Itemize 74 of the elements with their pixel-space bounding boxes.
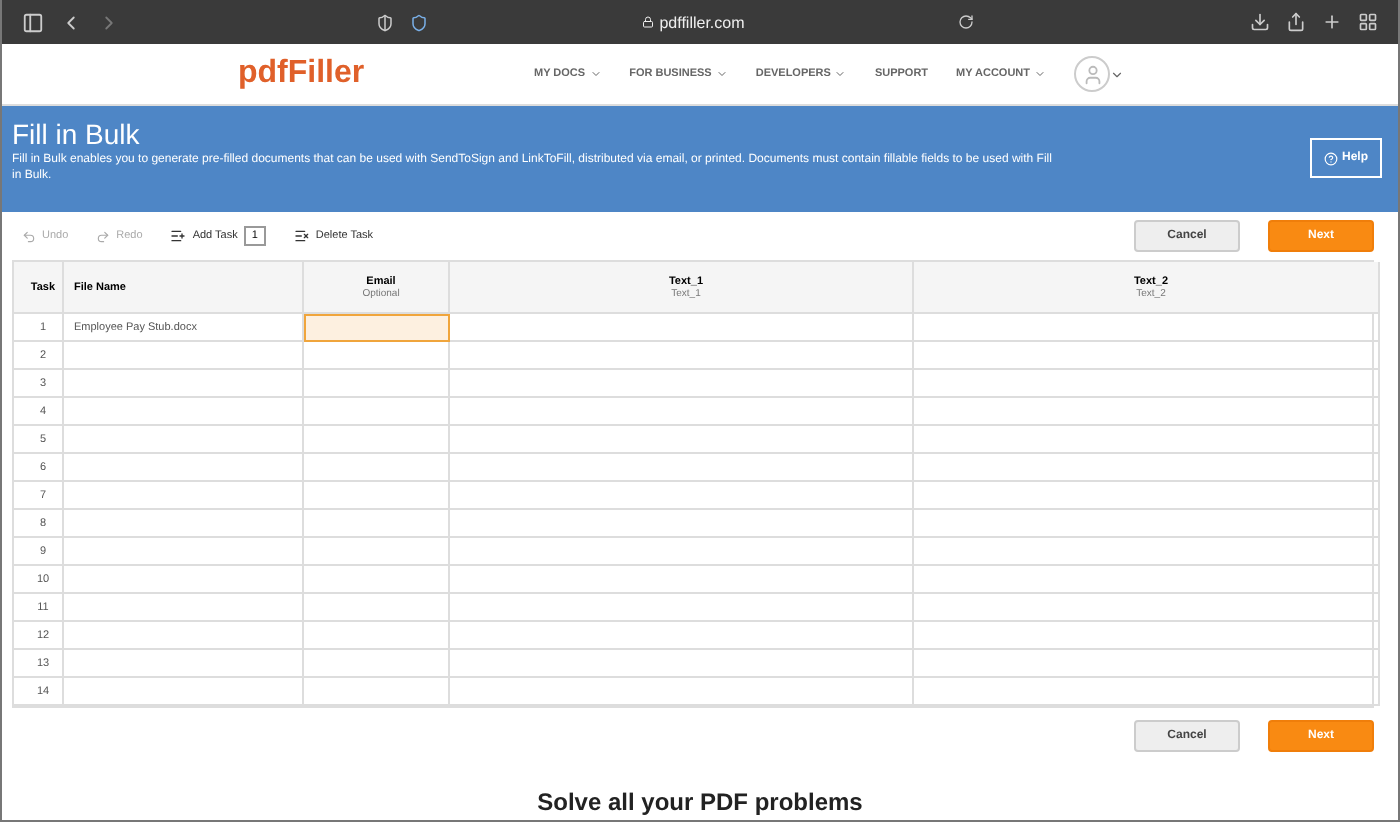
table-cell[interactable]	[914, 594, 1380, 622]
table-cell[interactable]	[450, 510, 914, 538]
table-cell[interactable]	[914, 398, 1380, 426]
email-cell[interactable]	[304, 314, 450, 342]
email-cell[interactable]	[304, 398, 450, 426]
table-cell[interactable]	[914, 678, 1380, 706]
page-title: Fill in Bulk	[12, 118, 142, 150]
table-cell[interactable]	[64, 622, 304, 650]
undo-icon	[22, 229, 36, 243]
email-cell[interactable]	[304, 426, 450, 454]
email-cell[interactable]	[304, 622, 450, 650]
table-cell[interactable]	[450, 454, 914, 482]
email-cell[interactable]	[304, 482, 450, 510]
table-cell[interactable]	[914, 566, 1380, 594]
table-cell[interactable]	[450, 678, 914, 706]
table-cell[interactable]	[450, 426, 914, 454]
sidebar-icon[interactable]	[22, 11, 44, 33]
table-cell[interactable]	[914, 538, 1380, 566]
table-cell[interactable]	[64, 538, 304, 566]
table-cell[interactable]	[914, 342, 1380, 370]
help-icon	[1324, 151, 1338, 165]
email-cell[interactable]	[304, 650, 450, 678]
table-cell[interactable]	[450, 398, 914, 426]
table-cell[interactable]	[914, 482, 1380, 510]
table-cell[interactable]	[914, 314, 1380, 342]
table-cell[interactable]	[914, 510, 1380, 538]
email-cell[interactable]	[304, 594, 450, 622]
email-cell[interactable]	[304, 678, 450, 706]
caret-icon[interactable]	[1110, 67, 1125, 81]
share-icon[interactable]	[1286, 12, 1306, 32]
table-cell[interactable]	[64, 650, 304, 678]
table-cell[interactable]	[450, 538, 914, 566]
table-cell[interactable]	[64, 398, 304, 426]
shield-icon[interactable]	[410, 13, 428, 31]
list-remove-icon	[293, 228, 310, 244]
table-cell[interactable]	[914, 650, 1380, 678]
redo-icon	[96, 229, 111, 243]
table-cell[interactable]	[450, 622, 914, 650]
table-cell[interactable]	[914, 622, 1380, 650]
table-cell[interactable]	[914, 454, 1380, 482]
table-cell[interactable]	[64, 426, 304, 454]
lock-icon	[641, 16, 654, 28]
email-cell[interactable]	[304, 538, 450, 566]
tabs-overview-icon[interactable]	[1358, 12, 1378, 32]
email-cell[interactable]	[304, 342, 450, 370]
table-cell[interactable]	[64, 510, 304, 538]
email-cell[interactable]	[304, 370, 450, 398]
email-cell[interactable]	[304, 454, 450, 482]
table-cell[interactable]	[64, 482, 304, 510]
reload-icon[interactable]	[958, 14, 974, 30]
table-cell[interactable]	[64, 678, 304, 706]
shield-icon[interactable]	[376, 13, 394, 31]
table-cell[interactable]	[450, 594, 914, 622]
list-plus-icon	[170, 228, 187, 244]
table-cell[interactable]	[450, 314, 914, 342]
email-cell[interactable]	[304, 510, 450, 538]
table-cell[interactable]	[450, 370, 914, 398]
table-cell[interactable]	[64, 454, 304, 482]
email-cell[interactable]	[304, 566, 450, 594]
download-icon[interactable]	[1250, 12, 1270, 32]
section-heading: Solve all your PDF problems	[535, 788, 865, 816]
table-cell[interactable]	[64, 594, 304, 622]
address-field[interactable]: pdffiller.com	[659, 13, 745, 31]
table-cell[interactable]	[914, 426, 1380, 454]
table-cell[interactable]	[64, 342, 304, 370]
table-cell[interactable]	[914, 370, 1380, 398]
table-cell[interactable]	[64, 370, 304, 398]
new-tab-icon[interactable]	[1322, 12, 1342, 32]
logo[interactable]: pdfFiller	[238, 56, 534, 92]
table-cell[interactable]	[450, 482, 914, 510]
table-cell[interactable]	[450, 650, 914, 678]
table-cell[interactable]	[450, 342, 914, 370]
table-cell[interactable]	[64, 566, 304, 594]
table-cell[interactable]	[450, 566, 914, 594]
